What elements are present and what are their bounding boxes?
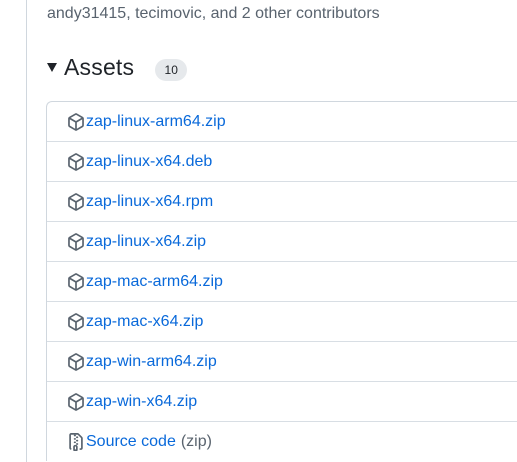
package-icon [68, 232, 84, 251]
asset-link[interactable]: zap-linux-arm64.zip [86, 113, 226, 131]
asset-row: zap-linux-x64.zip [47, 222, 517, 262]
asset-link[interactable]: zap-linux-x64.rpm [86, 193, 213, 211]
asset-row: zap-linux-arm64.zip [47, 102, 517, 142]
package-icon [68, 352, 84, 371]
assets-count-badge: 10 [155, 58, 188, 81]
asset-row: zap-linux-x64.rpm [47, 182, 517, 222]
caret-down-icon [47, 63, 57, 72]
package-icon [68, 112, 84, 131]
asset-row: zap-win-arm64.zip [47, 342, 517, 382]
source-code-format: (zip) [180, 432, 212, 450]
asset-link[interactable]: zap-win-x64.zip [86, 393, 197, 411]
file-zip-icon [69, 432, 83, 451]
package-icon [68, 312, 84, 331]
assets-heading: Assets [64, 53, 135, 80]
asset-row: zap-win-x64.zip [47, 382, 517, 422]
source-code-row: Source code (zip) [47, 422, 517, 461]
assets-toggle[interactable]: Assets 10 [47, 49, 188, 85]
asset-link[interactable]: zap-mac-x64.zip [86, 313, 203, 331]
asset-link[interactable]: zap-win-arm64.zip [86, 353, 217, 371]
asset-row: zap-linux-x64.deb [47, 142, 517, 182]
package-icon [68, 392, 84, 411]
sidebar-divider [26, 0, 27, 462]
asset-link[interactable]: zap-mac-arm64.zip [86, 273, 223, 291]
package-icon [68, 192, 84, 211]
package-icon [68, 152, 84, 171]
contributors-text: andy31415, tecimovic, and 2 other contri… [47, 5, 380, 22]
assets-list: zap-linux-arm64.zip zap-linux-x64.deb za… [46, 101, 517, 461]
asset-row: zap-mac-x64.zip [47, 302, 517, 342]
source-code-link[interactable]: Source code [86, 433, 176, 451]
asset-row: zap-mac-arm64.zip [47, 262, 517, 302]
asset-link[interactable]: zap-linux-x64.zip [86, 233, 206, 251]
asset-link[interactable]: zap-linux-x64.deb [86, 153, 212, 171]
package-icon [68, 272, 84, 291]
